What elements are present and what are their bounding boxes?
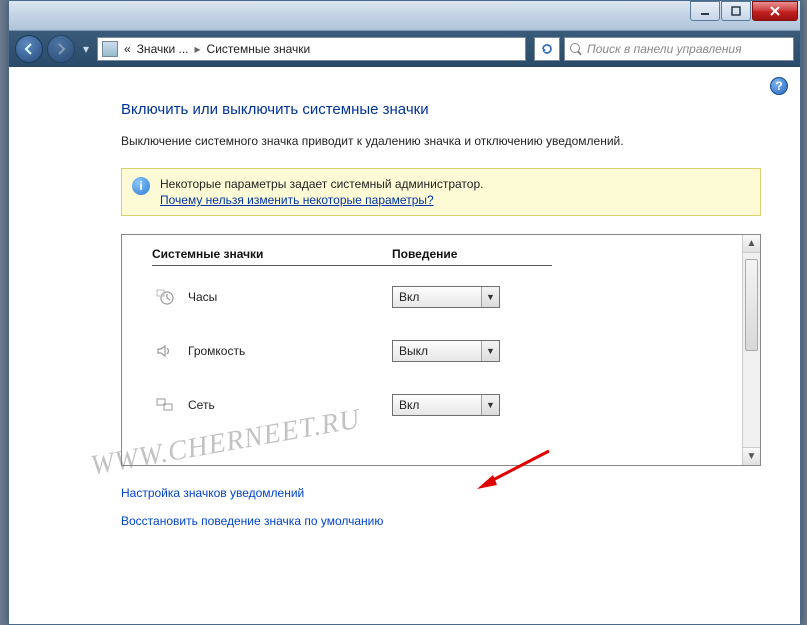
toolbar: ▾ « Значки ... ▸ Системные значки Поиск … [9, 31, 800, 67]
column-header-behavior: Поведение [392, 247, 552, 266]
minimize-icon [700, 6, 710, 16]
network-icon [152, 394, 178, 416]
arrow-left-icon [22, 42, 36, 56]
scrollbar[interactable]: ▲ ▼ [742, 235, 760, 465]
behavior-dropdown-clock[interactable]: Вкл ▼ [392, 286, 500, 308]
behavior-dropdown-network[interactable]: Вкл ▼ [392, 394, 500, 416]
scrollbar-thumb[interactable] [745, 259, 758, 351]
admin-info-banner: i Некоторые параметры задает системный а… [121, 168, 761, 216]
table-row: Громкость Выкл ▼ [152, 324, 728, 378]
banner-text: Некоторые параметры задает системный адм… [160, 177, 483, 191]
close-icon [769, 5, 781, 17]
refresh-button[interactable] [534, 37, 560, 61]
speaker-icon [152, 340, 178, 362]
arrow-right-icon [54, 42, 68, 56]
customize-icons-link[interactable]: Настройка значков уведомлений [121, 486, 761, 500]
icons-list-frame: Системные значки Поведение Часы Вкл ▼ [121, 234, 761, 466]
minimize-button[interactable] [690, 1, 720, 21]
control-panel-window: ▾ « Значки ... ▸ Системные значки Поиск … [8, 0, 801, 625]
banner-link[interactable]: Почему нельзя изменить некоторые парамет… [160, 193, 434, 207]
row-label: Часы [188, 290, 392, 304]
nav-history-dropdown[interactable]: ▾ [79, 37, 93, 61]
behavior-dropdown-volume[interactable]: Выкл ▼ [392, 340, 500, 362]
forward-button[interactable] [47, 35, 75, 63]
help-icon[interactable]: ? [770, 77, 788, 95]
content-area: ? Включить или выключить системные значк… [9, 67, 800, 624]
chevron-down-icon: ▼ [481, 395, 499, 415]
address-bar[interactable]: « Значки ... ▸ Системные значки [97, 37, 526, 61]
search-icon [569, 42, 583, 56]
info-icon: i [132, 177, 150, 195]
chevron-down-icon: ▼ [481, 287, 499, 307]
chevron-down-icon: ▼ [481, 341, 499, 361]
page-description: Выключение системного значка приводит к … [121, 132, 761, 150]
close-button[interactable] [752, 1, 798, 21]
maximize-button[interactable] [721, 1, 751, 21]
column-header-name: Системные значки [152, 247, 392, 266]
breadcrumb-item[interactable]: Значки ... [137, 42, 189, 56]
search-input[interactable]: Поиск в панели управления [564, 37, 794, 61]
row-label: Сеть [188, 398, 392, 412]
scroll-up-icon[interactable]: ▲ [743, 235, 760, 253]
maximize-icon [731, 6, 741, 16]
clock-icon [152, 286, 178, 308]
control-panel-icon [102, 41, 118, 57]
scroll-down-icon[interactable]: ▼ [743, 447, 760, 465]
page-title: Включить или выключить системные значки [121, 101, 761, 118]
breadcrumb-chevrons: « [124, 42, 131, 56]
breadcrumb-separator-icon: ▸ [195, 42, 201, 56]
refresh-icon [540, 42, 554, 56]
row-label: Громкость [188, 344, 392, 358]
titlebar [9, 1, 800, 31]
search-placeholder: Поиск в панели управления [587, 42, 742, 56]
breadcrumb-item[interactable]: Системные значки [207, 42, 311, 56]
restore-defaults-link[interactable]: Восстановить поведение значка по умолчан… [121, 514, 761, 528]
table-row: Часы Вкл ▼ [152, 270, 728, 324]
table-row: Сеть Вкл ▼ [152, 378, 728, 432]
back-button[interactable] [15, 35, 43, 63]
